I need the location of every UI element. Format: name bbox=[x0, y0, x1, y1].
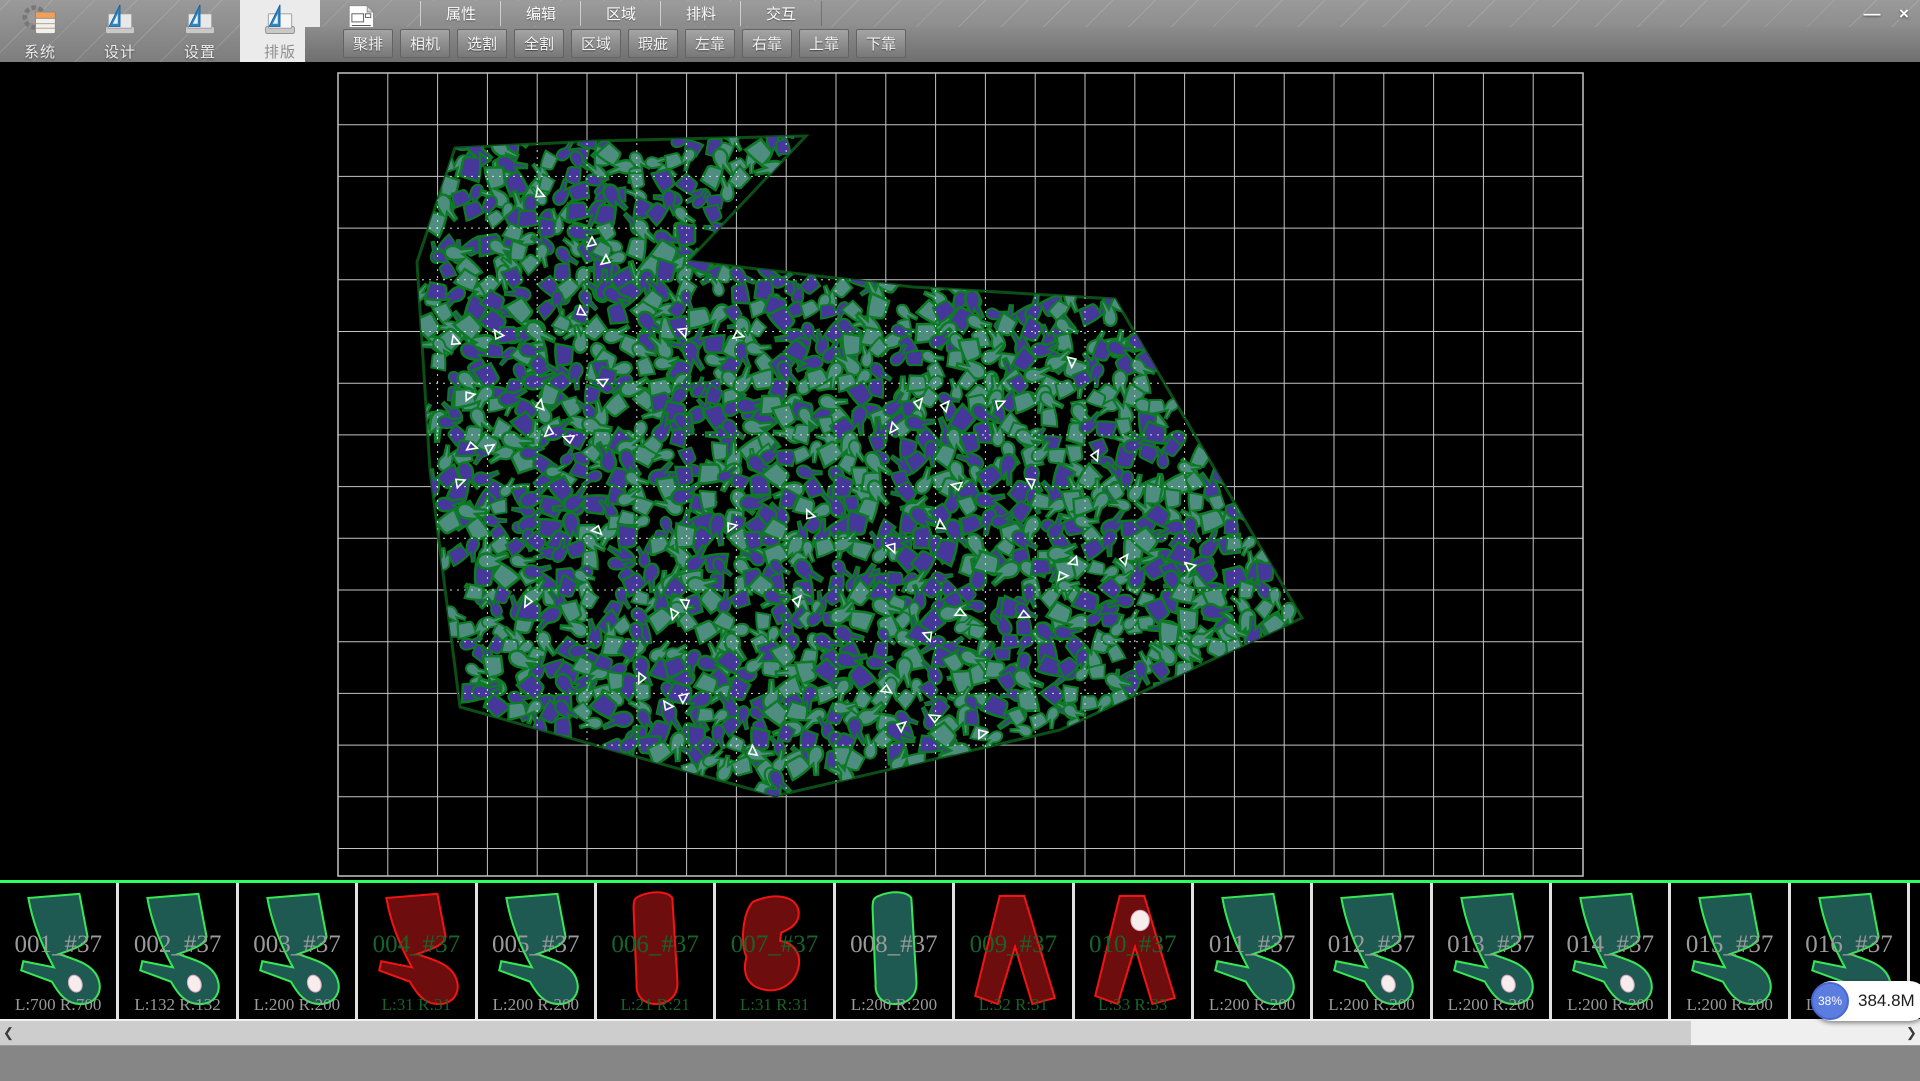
piece-lr-count: L:200 R:200 bbox=[239, 995, 355, 1015]
scrollbar-thumb[interactable] bbox=[17, 1021, 1691, 1045]
menu-region[interactable]: 区域 bbox=[580, 1, 662, 26]
piece-lr-count: L:200 R:200 bbox=[1671, 995, 1787, 1015]
thumbnail-piece-002_#37[interactable]: 002_#37 L:132 R:132 bbox=[119, 883, 238, 1019]
percent-indicator: 38% bbox=[1811, 982, 1849, 1020]
memory-value: 384.8M bbox=[1858, 991, 1915, 1011]
piece-lr-count: L:31 R:31 bbox=[358, 995, 474, 1015]
piece-id-label: 001_#37 bbox=[0, 931, 116, 959]
piece-id-label: 005_#37 bbox=[478, 931, 594, 959]
window-controls: — × bbox=[1858, 2, 1918, 26]
piece-id-label: 003_#37 bbox=[239, 931, 355, 959]
menu-properties[interactable]: 属性 bbox=[420, 1, 502, 26]
piece-id-label: 007_#37 bbox=[716, 931, 832, 959]
tab-label: 排版 bbox=[264, 41, 296, 62]
menu-edit[interactable]: 编辑 bbox=[500, 1, 582, 26]
piece-lr-count: L:200 R:200 bbox=[1433, 995, 1549, 1015]
menu-nest[interactable]: 排料 bbox=[660, 1, 742, 26]
piece-id-label: 013_#37 bbox=[1433, 931, 1549, 959]
piece-id-label: 006_#37 bbox=[597, 931, 713, 959]
set-square-icon bbox=[178, 3, 222, 39]
piece-thumbnail-panel: 001_#37L:700 R:700002_#37L:132 R:132003_… bbox=[0, 880, 1920, 1021]
tool-align-right[interactable]: 右靠 bbox=[742, 29, 792, 58]
piece-id-label: 014_#37 bbox=[1552, 931, 1668, 959]
tool-region[interactable]: 区域 bbox=[571, 29, 621, 58]
menu-interaction[interactable]: 交互 bbox=[740, 1, 822, 26]
thumbnail-piece-004_#37[interactable]: 004_#37 L:31 R:31 bbox=[358, 883, 477, 1019]
thumbnail-piece-008_#37[interactable]: 008_#37 L:200 R:200 bbox=[836, 883, 955, 1019]
piece-id-label: 008_#37 bbox=[836, 931, 952, 959]
nesting-canvas-svg bbox=[0, 62, 1920, 880]
piece-lr-count: L:21 R:21 bbox=[597, 995, 713, 1015]
piece-lr-count: L:31 R:31 bbox=[716, 995, 832, 1015]
scroll-left-arrow-icon[interactable]: ❮ bbox=[0, 1021, 17, 1045]
piece-id-label: 015_#37 bbox=[1671, 931, 1787, 959]
thumbnail-piece-005_#37[interactable]: 005_#37 L:200 R:200 bbox=[478, 883, 597, 1019]
tool-button-row: 聚排 相机 选割 全割 区域 瑕疵 左靠 右靠 上靠 下靠 bbox=[305, 27, 1920, 62]
piece-lr-count: L:33 R:33 bbox=[1075, 995, 1191, 1015]
thumbnail-piece-010_#37[interactable]: 010_#37 L:33 R:33 bbox=[1075, 883, 1194, 1019]
tab-settings[interactable]: 设置 bbox=[160, 0, 240, 62]
piece-id-label: 011_#37 bbox=[1194, 931, 1310, 959]
thumbnail-piece-009_#37[interactable]: 009_#37 L:32 R:31 bbox=[955, 883, 1074, 1019]
piece-id-label: 012_#37 bbox=[1313, 931, 1429, 959]
tab-label: 设置 bbox=[184, 41, 216, 62]
thumbnail-piece-013_#37[interactable]: 013_#37 L:200 R:200 bbox=[1433, 883, 1552, 1019]
thumbnail-scrollbar[interactable]: ❮ ❯ bbox=[0, 1021, 1920, 1045]
tool-align-left[interactable]: 左靠 bbox=[685, 29, 735, 58]
tab-system[interactable]: 系统 bbox=[0, 0, 80, 62]
piece-lr-count: L:32 R:31 bbox=[955, 995, 1071, 1015]
tool-cluster-nest[interactable]: 聚排 bbox=[343, 29, 393, 58]
minimize-button[interactable]: — bbox=[1858, 2, 1886, 26]
thumbnail-piece-003_#37[interactable]: 003_#37 L:200 R:200 bbox=[239, 883, 358, 1019]
piece-id-label: 017_#37 bbox=[1910, 931, 1920, 959]
piece-id-label: 010_#37 bbox=[1075, 931, 1191, 959]
toolbar: 系统 设计 设置 bbox=[0, 0, 1920, 62]
nesting-canvas[interactable] bbox=[0, 62, 1920, 880]
tool-cut-all[interactable]: 全割 bbox=[514, 29, 564, 58]
piece-lr-count: L:700 R:700 bbox=[0, 995, 116, 1015]
tool-align-bottom[interactable]: 下靠 bbox=[856, 29, 906, 58]
tab-label: 设计 bbox=[104, 41, 136, 62]
piece-id-label: 016_#37 bbox=[1791, 931, 1907, 959]
thumbnail-piece-001_#37[interactable]: 001_#37 L:700 R:700 bbox=[0, 883, 119, 1019]
percent-value: 38% bbox=[1818, 994, 1842, 1008]
tool-defect[interactable]: 瑕疵 bbox=[628, 29, 678, 58]
piece-lr-count: L:200 R:200 bbox=[1313, 995, 1429, 1015]
thumbnail-piece-014_#37[interactable]: 014_#37 L:200 R:200 bbox=[1552, 883, 1671, 1019]
tab-design[interactable]: 设计 bbox=[80, 0, 160, 62]
close-button[interactable]: × bbox=[1890, 2, 1918, 26]
tool-camera[interactable]: 相机 bbox=[400, 29, 450, 58]
thumbnail-piece-015_#37[interactable]: 015_#37 L:200 R:200 bbox=[1671, 883, 1790, 1019]
gear-table-icon bbox=[18, 3, 62, 39]
piece-id-label: 002_#37 bbox=[119, 931, 235, 959]
piece-lr-count: L:132 R:132 bbox=[119, 995, 235, 1015]
status-bar bbox=[0, 1045, 1920, 1081]
piece-lr-count: L:200 R:200 bbox=[478, 995, 594, 1015]
scroll-right-arrow-icon[interactable]: ❯ bbox=[1903, 1021, 1920, 1045]
application-window: 系统 设计 设置 bbox=[0, 0, 1920, 1080]
thumbnail-piece-011_#37[interactable]: 011_#37 L:200 R:200 bbox=[1194, 883, 1313, 1019]
tab-label: 系统 bbox=[24, 41, 56, 62]
tool-align-top[interactable]: 上靠 bbox=[799, 29, 849, 58]
menu-bar: 属性 编辑 区域 排料 交互 — × bbox=[400, 0, 1920, 27]
piece-id-label: 009_#37 bbox=[955, 931, 1071, 959]
piece-lr-count: L:200 R:200 bbox=[836, 995, 952, 1015]
thumbnail-piece-006_#37[interactable]: 006_#37 L:21 R:21 bbox=[597, 883, 716, 1019]
set-square-icon bbox=[98, 3, 142, 39]
set-square-icon bbox=[258, 3, 302, 39]
memory-status-badge: 38% 384.8M bbox=[1812, 981, 1920, 1021]
thumbnail-strip: 001_#37L:700 R:700002_#37L:132 R:132003_… bbox=[0, 883, 1920, 1019]
thumbnail-piece-012_#37[interactable]: 012_#37 L:200 R:200 bbox=[1313, 883, 1432, 1019]
piece-id-label: 004_#37 bbox=[358, 931, 474, 959]
piece-lr-count: L:200 R:200 bbox=[1194, 995, 1310, 1015]
tool-select-cut[interactable]: 选割 bbox=[457, 29, 507, 58]
thumbnail-piece-007_#37[interactable]: 007_#37 L:31 R:31 bbox=[716, 883, 835, 1019]
piece-lr-count: L:200 R:200 bbox=[1552, 995, 1668, 1015]
